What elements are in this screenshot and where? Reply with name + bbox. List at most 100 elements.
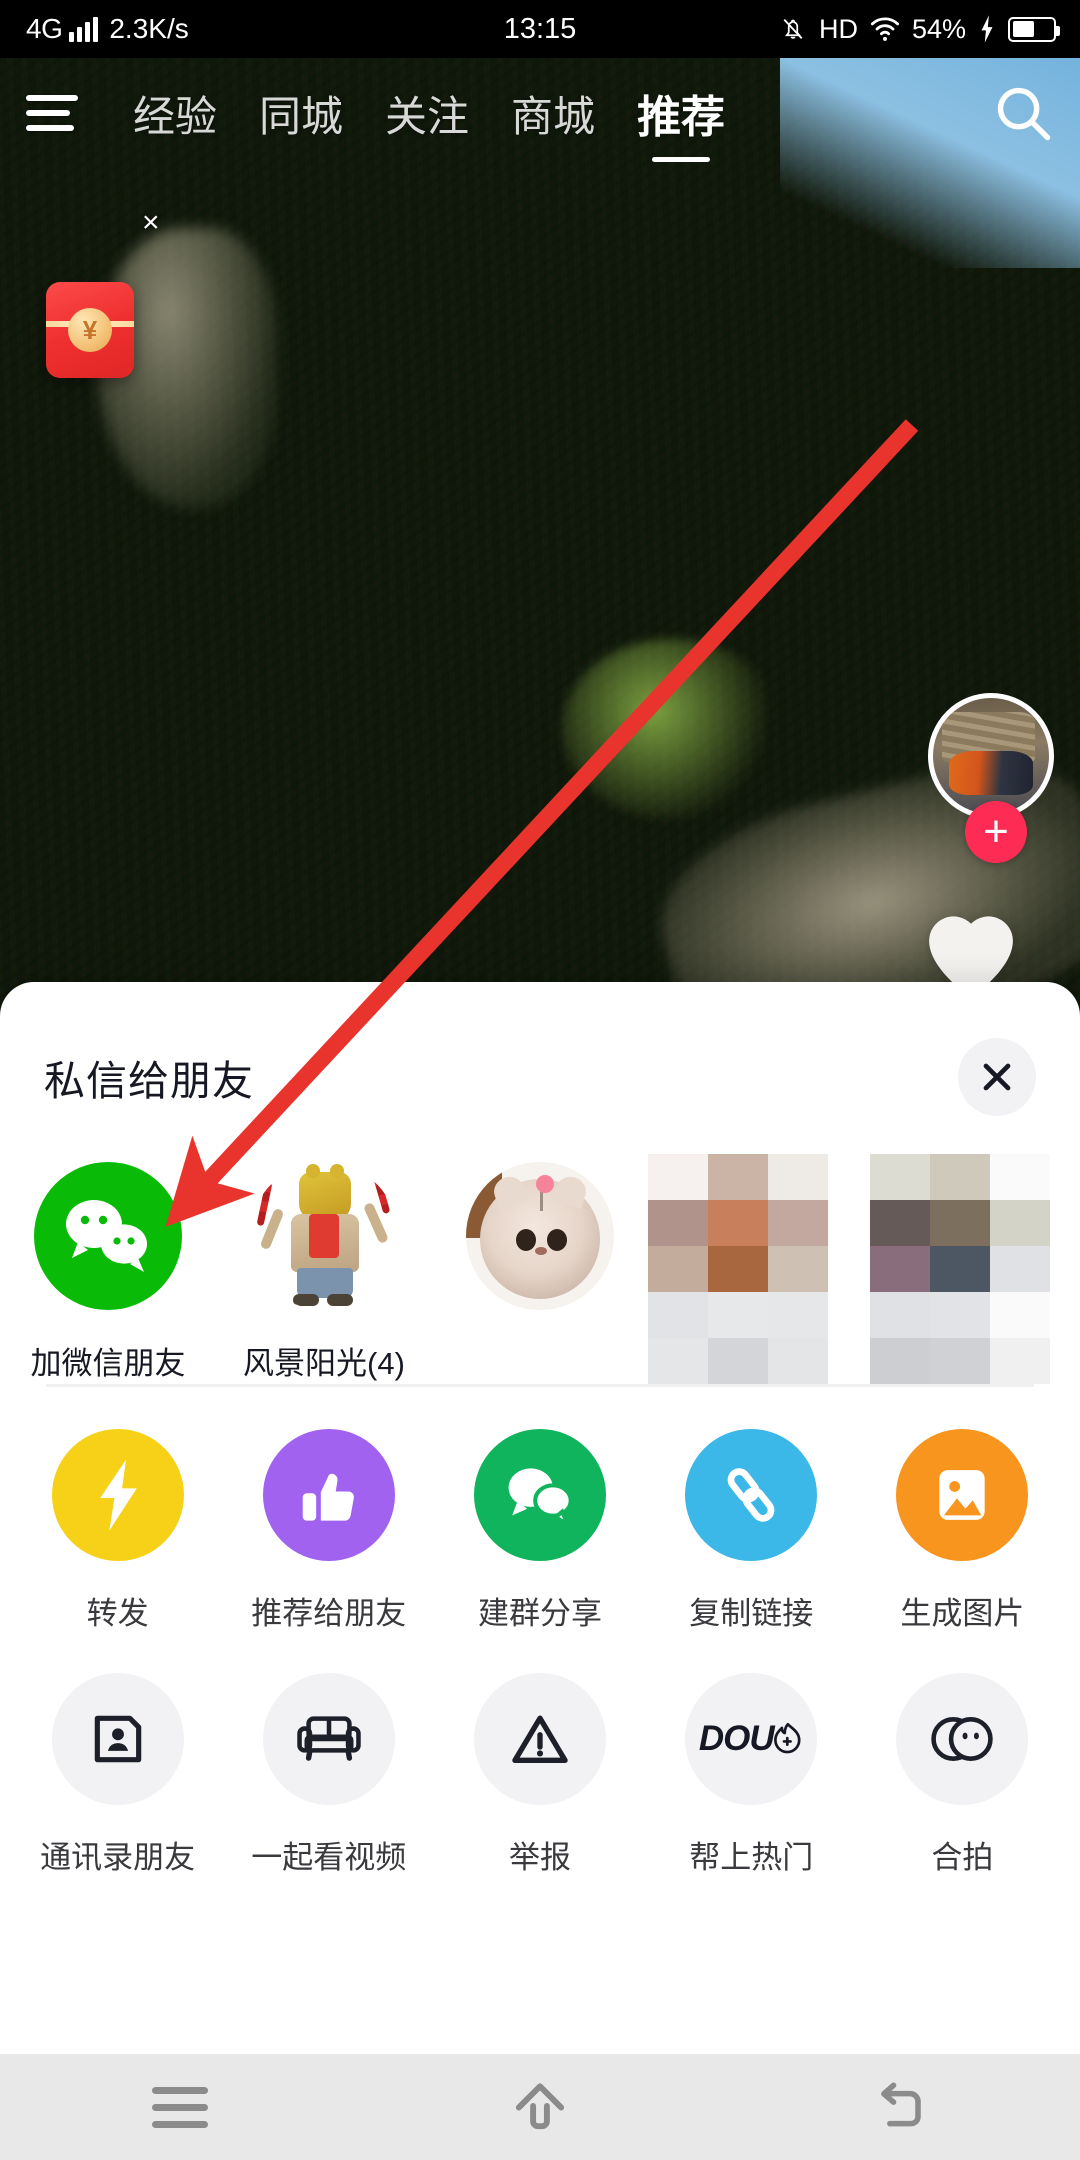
mosaic-censored[interactable]: [870, 1154, 1080, 1384]
wechat-icon: [34, 1162, 182, 1310]
mosaic-cell: [708, 1200, 768, 1246]
recents-icon[interactable]: [0, 2086, 360, 2128]
thumbs-up-glyph: [302, 1473, 354, 1521]
mosaic-cell: [870, 1200, 930, 1246]
action-label: 通讯录朋友: [40, 1840, 196, 1875]
mosaic-cell: [990, 1292, 1050, 1338]
top-navigation: 经验 同城 关注 商城 推荐: [0, 58, 1080, 168]
mosaic-cell: [990, 1154, 1050, 1200]
mosaic-cell: [930, 1292, 990, 1338]
mosaic-cell: [870, 1338, 930, 1384]
image-glyph: [939, 1470, 986, 1520]
mosaic-cell: [930, 1200, 990, 1246]
tab-jingyan[interactable]: 经验: [112, 83, 238, 144]
mosaic-cell: [870, 1246, 930, 1292]
action-report[interactable]: 举报: [434, 1673, 645, 1877]
avatar[interactable]: [928, 693, 1054, 819]
duet-circles-icon: [896, 1673, 1029, 1805]
avatar-tiger: [250, 1162, 398, 1310]
mosaic-cell: [648, 1154, 708, 1200]
red-packet-coin: ¥: [68, 308, 112, 352]
back-icon[interactable]: [720, 2078, 1080, 2136]
image-icon: [896, 1429, 1029, 1561]
tab-shangcheng[interactable]: 商城: [490, 83, 616, 144]
home-glyph: [515, 2083, 565, 2130]
dou-flame-glyph: [773, 1722, 801, 1754]
action-recommend-to-friend[interactable]: 推荐给朋友: [223, 1429, 434, 1633]
follow-button[interactable]: +: [965, 801, 1027, 863]
warning-glyph: [512, 1715, 568, 1764]
mosaic-cell: [768, 1246, 828, 1292]
mosaic-cell: [648, 1246, 708, 1292]
action-contacts-friend[interactable]: 通讯录朋友: [12, 1673, 223, 1877]
red-packet-widget[interactable]: × ¥: [46, 206, 160, 378]
contact-card-glyph: [94, 1715, 141, 1763]
author-avatar-group[interactable]: +: [928, 693, 1064, 863]
list-item-label: 风景阳光(4): [243, 1346, 405, 1381]
friend-share-list[interactable]: 加微信朋友 风景阳光(4): [0, 1116, 1080, 1384]
share-actions-row-1: 转发 推荐给朋友 建群分享 复制链接 生成图片: [0, 1387, 1080, 1633]
tab-bar: 经验 同城 关注 商城 推荐: [112, 81, 992, 145]
share-sheet: 私信给朋友 加微信朋友 风景阳光(4) 转发 推荐给朋友 建群分享 复制链接 生…: [0, 982, 1080, 2054]
duet-glyph: [931, 1717, 994, 1761]
tab-guanzhu[interactable]: 关注: [364, 83, 490, 144]
warning-triangle-icon: [474, 1673, 606, 1805]
mosaic-censored[interactable]: [648, 1154, 870, 1384]
list-item[interactable]: [432, 1162, 648, 1338]
mosaic-cell: [648, 1200, 708, 1246]
dou-plus-icon: DOU: [685, 1673, 818, 1805]
sofa-icon: [262, 1673, 395, 1805]
share-sheet-header: 私信给朋友: [0, 982, 1080, 1116]
mosaic-cell: [708, 1246, 768, 1292]
home-icon[interactable]: [360, 2077, 720, 2137]
mosaic-cell: [768, 1154, 828, 1200]
mosaic-cell: [768, 1292, 828, 1338]
action-generate-image[interactable]: 生成图片: [857, 1429, 1068, 1633]
action-label: 举报: [509, 1840, 571, 1875]
action-create-group-share[interactable]: 建群分享: [434, 1429, 645, 1633]
action-forward[interactable]: 转发: [12, 1429, 223, 1633]
search-icon[interactable]: [992, 82, 1054, 144]
action-dou-plus[interactable]: DOU 帮上热门: [646, 1673, 857, 1877]
tab-tuijian[interactable]: 推荐: [616, 81, 746, 145]
mosaic-cell: [768, 1200, 828, 1246]
back-glyph: [881, 2082, 921, 2127]
contact-card-icon: [51, 1673, 184, 1805]
red-packet-icon[interactable]: ¥: [46, 282, 134, 378]
avatar-cat: [466, 1162, 614, 1310]
action-label: 推荐给朋友: [251, 1596, 407, 1631]
bolt-glyph: [99, 1459, 137, 1531]
mosaic-cell: [708, 1154, 768, 1200]
tab-tongcheng[interactable]: 同城: [238, 83, 364, 144]
status-bar: 4G 2.3K/s 13:15 HD 54%: [0, 0, 1080, 58]
thumbs-up-icon: [262, 1429, 395, 1561]
hamburger-menu-icon[interactable]: [26, 95, 82, 131]
action-watch-together[interactable]: 一起看视频: [223, 1673, 434, 1877]
android-nav-bar: [0, 2054, 1080, 2160]
action-label: 建群分享: [478, 1596, 602, 1631]
close-icon[interactable]: [958, 1038, 1036, 1116]
link-glyph: [727, 1468, 775, 1522]
close-x-glyph: [983, 1063, 1011, 1091]
video-bright-tree: [561, 639, 782, 820]
action-copy-link[interactable]: 复制链接: [646, 1429, 857, 1633]
list-item[interactable]: 风景阳光(4): [216, 1162, 432, 1383]
dou-text-label: DOU: [698, 1719, 775, 1758]
link-icon: [685, 1429, 818, 1561]
share-sheet-title: 私信给朋友: [44, 1058, 254, 1104]
action-label: 复制链接: [689, 1596, 814, 1631]
mosaic-cell: [768, 1338, 828, 1384]
action-label: 合拍: [931, 1840, 994, 1875]
action-duet[interactable]: 合拍: [857, 1673, 1068, 1877]
group-chat-icon: [474, 1429, 606, 1561]
red-packet-close-icon[interactable]: ×: [142, 206, 160, 240]
list-item-label: 加微信朋友: [30, 1346, 186, 1381]
tiger-mascot: [256, 1164, 391, 1310]
mosaic-cell: [648, 1338, 708, 1384]
action-label: 一起看视频: [251, 1840, 407, 1875]
action-label: 转发: [86, 1596, 149, 1631]
phone-screen: 4G 2.3K/s 13:15 HD 54% 经验 同城 关注 商城 推荐 × …: [0, 0, 1080, 2160]
battery-icon: [1008, 16, 1060, 42]
list-item[interactable]: 加微信朋友: [0, 1162, 216, 1383]
mosaic-cell: [870, 1292, 930, 1338]
